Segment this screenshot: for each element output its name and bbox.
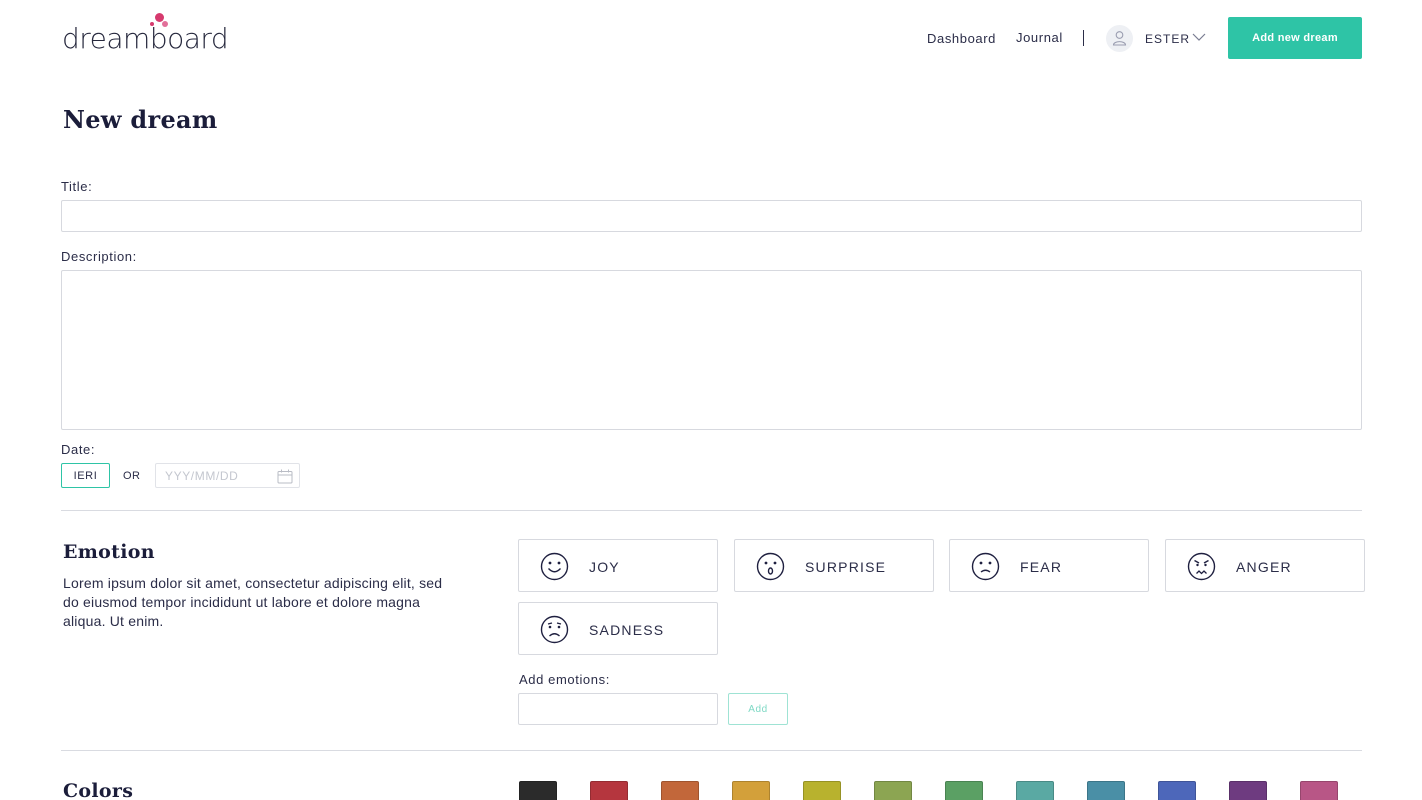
user-avatar[interactable] xyxy=(1106,25,1133,52)
dreamboard-logo[interactable]: dreamboard xyxy=(62,12,242,56)
date-input[interactable]: YYY/MM/DD xyxy=(155,463,300,488)
angry-face-icon xyxy=(1187,552,1216,581)
user-icon xyxy=(1112,31,1127,46)
emotion-label: SURPRISE xyxy=(805,559,887,575)
title-label: Title: xyxy=(61,179,93,194)
emotion-option-surprise[interactable]: SURPRISE xyxy=(734,539,934,592)
frown-icon xyxy=(971,552,1000,581)
add-emotion-input[interactable] xyxy=(518,693,718,725)
page-title: New dream xyxy=(63,105,218,134)
color-swatch[interactable] xyxy=(1300,781,1338,800)
logo-dots-icon xyxy=(150,12,174,32)
emotion-section-title: Emotion xyxy=(63,541,155,563)
add-emotions-label: Add emotions: xyxy=(519,672,610,687)
date-placeholder: YYY/MM/DD xyxy=(165,469,239,483)
color-swatch[interactable] xyxy=(1229,781,1267,800)
date-label: Date: xyxy=(61,442,96,457)
sad-face-icon xyxy=(540,615,569,644)
surprised-face-icon xyxy=(756,552,785,581)
emotion-option-sadness[interactable]: SADNESS xyxy=(518,602,718,655)
emotion-description: Lorem ipsum dolor sit amet, consectetur … xyxy=(63,575,443,629)
color-swatch[interactable] xyxy=(661,781,699,800)
color-swatch[interactable] xyxy=(519,781,557,800)
smile-icon xyxy=(540,552,569,581)
emotion-option-joy[interactable]: JOY xyxy=(518,539,718,592)
color-swatch[interactable] xyxy=(874,781,912,800)
emotion-label: SADNESS xyxy=(589,622,665,638)
nav-dashboard-link[interactable]: Dashboard xyxy=(927,31,996,46)
color-swatch[interactable] xyxy=(732,781,770,800)
chevron-down-icon[interactable] xyxy=(1192,31,1206,43)
section-divider xyxy=(61,510,1362,511)
add-new-dream-button[interactable]: Add new dream xyxy=(1228,17,1362,59)
logo-text: dreamboard xyxy=(62,22,229,55)
color-swatch[interactable] xyxy=(1087,781,1125,800)
date-or-text: OR xyxy=(123,470,141,482)
color-swatch[interactable] xyxy=(1016,781,1054,800)
color-swatch[interactable] xyxy=(1158,781,1196,800)
color-swatch[interactable] xyxy=(945,781,983,800)
emotion-option-anger[interactable]: ANGER xyxy=(1165,539,1365,592)
nav-journal-link[interactable]: Journal xyxy=(1016,30,1063,45)
emotion-option-fear[interactable]: FEAR xyxy=(949,539,1149,592)
title-input[interactable] xyxy=(61,200,1362,232)
colors-section-title: Colors xyxy=(63,780,134,800)
calendar-icon[interactable] xyxy=(277,469,293,484)
description-textarea[interactable] xyxy=(61,270,1362,430)
description-label: Description: xyxy=(61,249,137,264)
emotion-label: ANGER xyxy=(1236,559,1292,575)
nav-divider xyxy=(1083,30,1084,46)
color-swatch[interactable] xyxy=(590,781,628,800)
section-divider xyxy=(61,750,1362,751)
date-yesterday-button[interactable]: IERI xyxy=(61,463,110,488)
color-swatch[interactable] xyxy=(803,781,841,800)
user-name[interactable]: ESTER xyxy=(1145,32,1190,46)
emotion-label: FEAR xyxy=(1020,559,1063,575)
add-emotion-button[interactable]: Add xyxy=(728,693,788,725)
emotion-label: JOY xyxy=(589,559,620,575)
